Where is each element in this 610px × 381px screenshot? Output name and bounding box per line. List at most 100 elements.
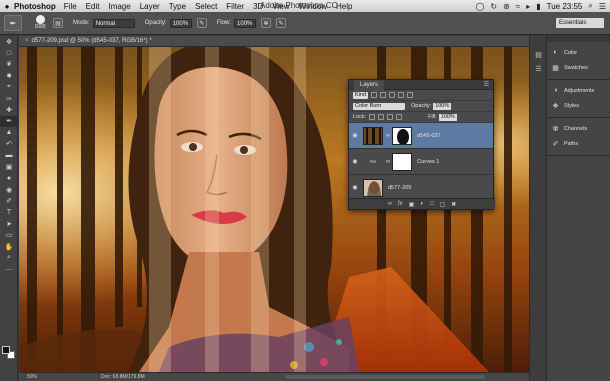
panel-adjustments[interactable]: ◑ Adjustments (547, 83, 610, 98)
close-document-icon[interactable]: × (25, 38, 29, 44)
wifi-icon[interactable]: ≈ (516, 2, 520, 11)
creative-cloud-icon[interactable]: ◯ (475, 2, 484, 11)
menu-layer[interactable]: Layer (140, 2, 160, 11)
brush-preset-picker[interactable]: 1000 (32, 14, 48, 32)
history-panel-icon[interactable]: ▤ (530, 48, 547, 62)
layer-name[interactable]: d545-037 (417, 133, 440, 139)
panel-swatches[interactable]: ▦ Swatches (547, 60, 610, 75)
flow-field[interactable]: 100% (234, 18, 257, 28)
lock-transparent-icon[interactable] (369, 114, 376, 120)
shape-tool-icon[interactable]: ▭ (0, 230, 18, 241)
lock-position-icon[interactable] (387, 114, 394, 120)
layers-tab[interactable]: Layers (354, 79, 385, 90)
battery-icon[interactable]: ▮ (536, 2, 540, 11)
layer-mask-thumbnail[interactable] (392, 152, 413, 171)
layer-name[interactable]: d577-209 (388, 185, 411, 191)
zoom-tool-icon[interactable]: ⌕ (0, 252, 18, 263)
history-brush-tool-icon[interactable]: ↶ (0, 139, 18, 150)
layer-opacity-field[interactable]: 100% (433, 102, 452, 110)
menu-image[interactable]: Image (108, 2, 130, 11)
clock[interactable]: Tue 23:55 (547, 2, 583, 11)
new-adjustment-icon[interactable]: ◐ (420, 201, 424, 207)
layers-panel-header[interactable]: Layers ☰ (349, 79, 493, 90)
color-swatches[interactable] (2, 346, 16, 360)
path-selection-tool-icon[interactable]: ➤ (0, 218, 18, 229)
menu-filter[interactable]: Filter (226, 2, 244, 11)
document-tab[interactable]: × d577-209.psd @ 50% (d545-037, RGB/16*) … (19, 36, 529, 47)
healing-brush-tool-icon[interactable]: ✚ (0, 104, 18, 115)
gradient-tool-icon[interactable]: ▣ (0, 161, 18, 172)
notification-center-icon[interactable]: ☰ (599, 2, 606, 11)
app-menu[interactable]: Photoshop (14, 2, 56, 11)
pen-tool-icon[interactable]: ✐ (0, 195, 18, 206)
delete-layer-icon[interactable]: ✖ (451, 201, 456, 208)
layer-mask-thumbnail[interactable] (392, 126, 413, 145)
new-group-icon[interactable]: □ (430, 201, 434, 207)
panel-paths[interactable]: ✐ Paths (547, 136, 610, 151)
horizontal-scrollbar[interactable] (284, 375, 485, 379)
filter-kind-select[interactable]: Kind (353, 91, 369, 99)
curves-adjustment-icon[interactable]: ∾ (363, 153, 383, 171)
bluetooth-icon[interactable]: ⊛ (503, 2, 510, 11)
layer-style-icon[interactable]: fx (398, 201, 403, 207)
filter-shape-icon[interactable] (398, 92, 405, 98)
search-icon[interactable]: ⌕ (588, 1, 592, 11)
foreground-color-swatch[interactable] (2, 346, 10, 354)
panel-styles[interactable]: ❖ Styles (547, 98, 610, 113)
brush-panel-icon[interactable]: ▤ (53, 18, 63, 28)
opacity-field[interactable]: 100% (169, 18, 192, 28)
filter-pixel-icon[interactable] (371, 92, 378, 98)
panel-color[interactable]: ◐ Color (547, 45, 610, 60)
panel-menu-icon[interactable]: ☰ (484, 81, 489, 88)
opacity-pressure-icon[interactable]: ✎ (196, 18, 207, 28)
marquee-tool-icon[interactable]: □ (0, 47, 18, 58)
visibility-eye-icon[interactable]: ◉ (349, 132, 361, 139)
menu-type[interactable]: Type (169, 2, 186, 11)
layer-thumbnail[interactable] (363, 178, 383, 197)
panel-channels[interactable]: ❆ Channels (547, 121, 610, 136)
move-tool-icon[interactable]: ✥ (0, 36, 18, 47)
more-tools-icon[interactable]: ⋯ (0, 264, 18, 275)
quick-select-tool-icon[interactable]: ✸ (0, 70, 18, 81)
time-machine-icon[interactable]: ↻ (490, 2, 497, 11)
document-size[interactable]: Doc: 68.8M/179.8M (101, 374, 145, 380)
size-pressure-icon[interactable]: ✎ (276, 18, 287, 28)
workspace-switcher[interactable]: Essentials (556, 18, 604, 28)
menu-help[interactable]: Help (336, 2, 352, 11)
layer-row-d545-037[interactable]: ◉ ∞ d545-037 (349, 123, 493, 149)
properties-panel-icon[interactable]: ☰ (530, 62, 547, 76)
lasso-tool-icon[interactable]: ❦ (0, 59, 18, 70)
hand-tool-icon[interactable]: ✋ (0, 241, 18, 252)
brush-tool-preset-icon[interactable]: ✒ (4, 15, 22, 31)
type-tool-icon[interactable]: T (0, 207, 18, 218)
link-layers-icon[interactable]: ∞ (388, 201, 392, 207)
dodge-tool-icon[interactable]: ◉ (0, 184, 18, 195)
menu-select[interactable]: Select (195, 2, 217, 11)
layer-row-curves-1[interactable]: ◉ ∾ ∞ Curves 1 (349, 149, 493, 175)
layer-name[interactable]: Curves 1 (417, 159, 439, 165)
eraser-tool-icon[interactable]: ▬ (0, 150, 18, 161)
airbrush-icon[interactable]: ✻ (261, 18, 272, 28)
crop-tool-icon[interactable]: ⌖ (0, 82, 18, 93)
new-layer-icon[interactable]: ▢ (440, 201, 446, 208)
brush-tool-icon[interactable]: ✒ (0, 115, 18, 128)
menu-edit[interactable]: Edit (86, 2, 100, 11)
apple-menu-icon[interactable]: ● (0, 2, 14, 11)
mode-select[interactable]: Normal (92, 18, 135, 28)
filter-adjustment-icon[interactable] (380, 92, 387, 98)
visibility-eye-icon[interactable]: ◉ (349, 158, 361, 165)
zoom-level[interactable]: 50% (27, 374, 51, 380)
layer-thumbnail[interactable] (363, 126, 383, 145)
filter-smart-object-icon[interactable] (407, 92, 414, 98)
lock-all-icon[interactable] (396, 114, 403, 120)
add-mask-icon[interactable]: ▣ (409, 201, 415, 208)
fill-field[interactable]: 100% (438, 113, 457, 121)
volume-icon[interactable]: ▸ (526, 2, 530, 11)
blur-tool-icon[interactable]: ● (0, 173, 18, 184)
filter-type-icon[interactable] (389, 92, 396, 98)
visibility-eye-icon[interactable]: ◉ (349, 184, 361, 191)
blend-mode-select[interactable]: Color Burn (353, 102, 405, 110)
menu-file[interactable]: File (64, 2, 77, 11)
clone-stamp-tool-icon[interactable]: ▲ (0, 127, 18, 138)
eyedropper-tool-icon[interactable]: ✑ (0, 93, 18, 104)
